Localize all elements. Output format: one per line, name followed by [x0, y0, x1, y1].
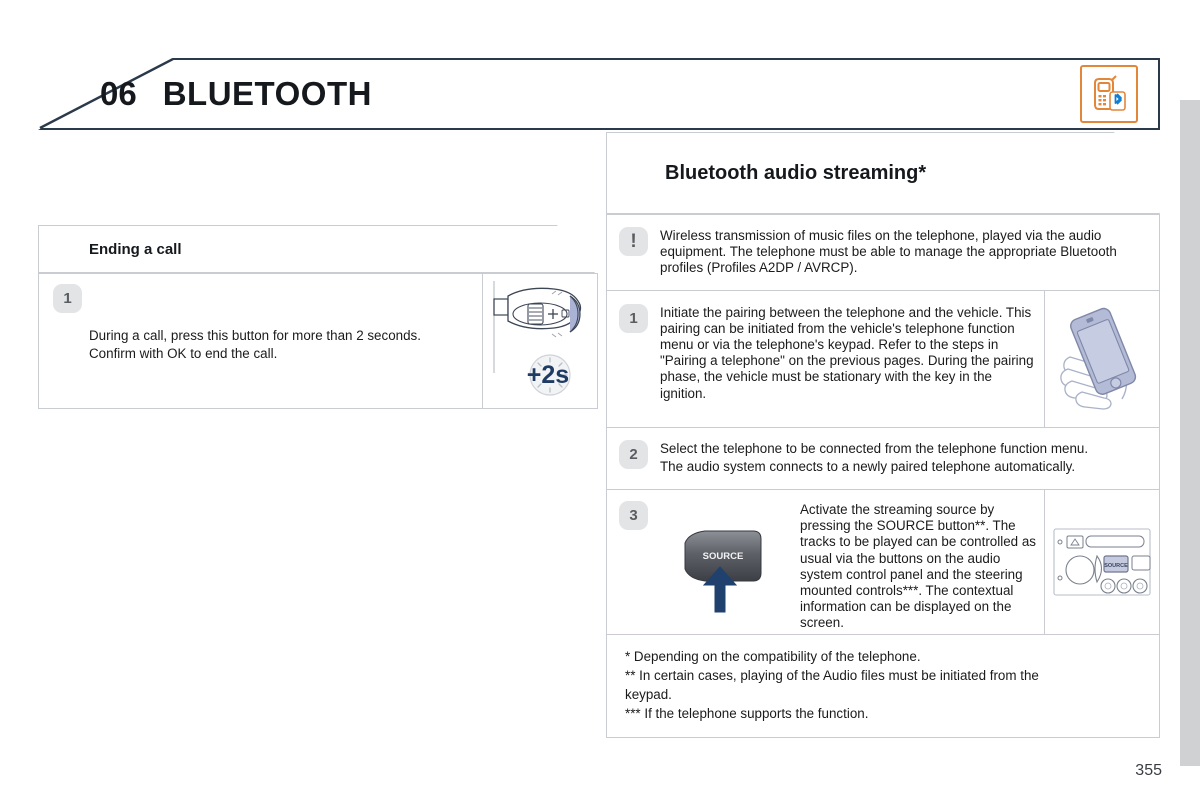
section-banner-ending-a-call: Ending a call — [38, 225, 595, 273]
step-content: 2 Select the telephone to be connected f… — [607, 428, 1159, 489]
step-badge: 1 — [53, 284, 82, 313]
step-text: Initiate the pairing between the telepho… — [660, 304, 1034, 401]
footnotes-box: * Depending on the compatibility of the … — [606, 635, 1160, 739]
step-box-3: 3 SOURCE Activate the streaming source b… — [606, 490, 1160, 636]
page-title: BLUETOOTH — [162, 75, 372, 112]
figure-hand-holding-phone — [1044, 290, 1159, 427]
footnote-1: * Depending on the compatibility of the … — [625, 649, 921, 665]
hand-holding-smartphone-icon — [1060, 307, 1137, 410]
step-badge: 2 — [619, 439, 648, 469]
step-content: 3 SOURCE Activate the streaming source b… — [607, 490, 1044, 634]
step-box-2: 2 Select the telephone to be connected f… — [606, 427, 1160, 491]
page-number: 355 — [1135, 762, 1162, 779]
source-button-label: SOURCE — [703, 551, 744, 562]
left-column: Ending a call 1 During a call, press thi… — [38, 132, 598, 409]
figure-car-audio-head-unit: SOURCE — [1044, 490, 1159, 635]
section-title: Bluetooth audio streaming* — [665, 161, 927, 184]
phone-bluetooth-icon — [1080, 65, 1138, 123]
step-line: Confirm with OK to end the call. — [89, 346, 278, 362]
source-button-with-arrow-icon: SOURCE — [684, 530, 762, 613]
car-audio-head-unit-icon: SOURCE — [1053, 528, 1151, 596]
step-badge: 3 — [619, 501, 648, 531]
footnote-3: *** If the telephone supports the functi… — [625, 706, 869, 722]
figure-source-button: SOURCE — [660, 501, 800, 624]
step-line: During a call, press this button for mor… — [89, 328, 421, 343]
figure-steering-stalk: +2s — [482, 274, 597, 408]
warning-box: ! Wireless transmission of music files o… — [606, 214, 1160, 291]
page-margin-bar — [1180, 100, 1200, 766]
warning-content: ! Wireless transmission of music files o… — [607, 215, 1159, 290]
section-title: Ending a call — [89, 240, 182, 258]
step-text: Select the telephone to be connected fro… — [660, 440, 1088, 475]
chapter-number: 06 — [100, 75, 137, 112]
section-banner-bluetooth-audio-streaming: Bluetooth audio streaming* — [606, 132, 1160, 214]
plus-2s-label: +2s — [527, 361, 569, 389]
svg-text:SOURCE: SOURCE — [1104, 563, 1128, 569]
warning-badge: ! — [619, 227, 648, 256]
step-content: 1 Initiate the pairing between the telep… — [607, 291, 1044, 427]
footnote-2: ** In certain cases, playing of the Audi… — [625, 668, 1039, 684]
step-box-ending-call: 1 During a call, press this button for m… — [38, 273, 598, 409]
footnote-2-continued: keypad. — [625, 687, 672, 703]
step-content: 1 During a call, press this button for m… — [39, 274, 482, 408]
right-column: Bluetooth audio streaming* ! Wireless tr… — [606, 132, 1160, 739]
step-badge: 1 — [619, 303, 648, 333]
steering-column-stalk-icon: +2s — [493, 281, 582, 396]
step-text: Activate the streaming source by pressin… — [800, 502, 1036, 631]
step-line: Select the telephone to be connected fro… — [660, 440, 1089, 456]
warning-text: Wireless transmission of music files on … — [660, 228, 1117, 276]
step-text: During a call, press this button for mor… — [53, 327, 472, 362]
chapter-header: 06 BLUETOOTH — [38, 58, 1160, 130]
step-box-1: 1 Initiate the pairing between the telep… — [606, 290, 1160, 428]
step-line: The audio system connects to a newly pai… — [660, 458, 1076, 474]
